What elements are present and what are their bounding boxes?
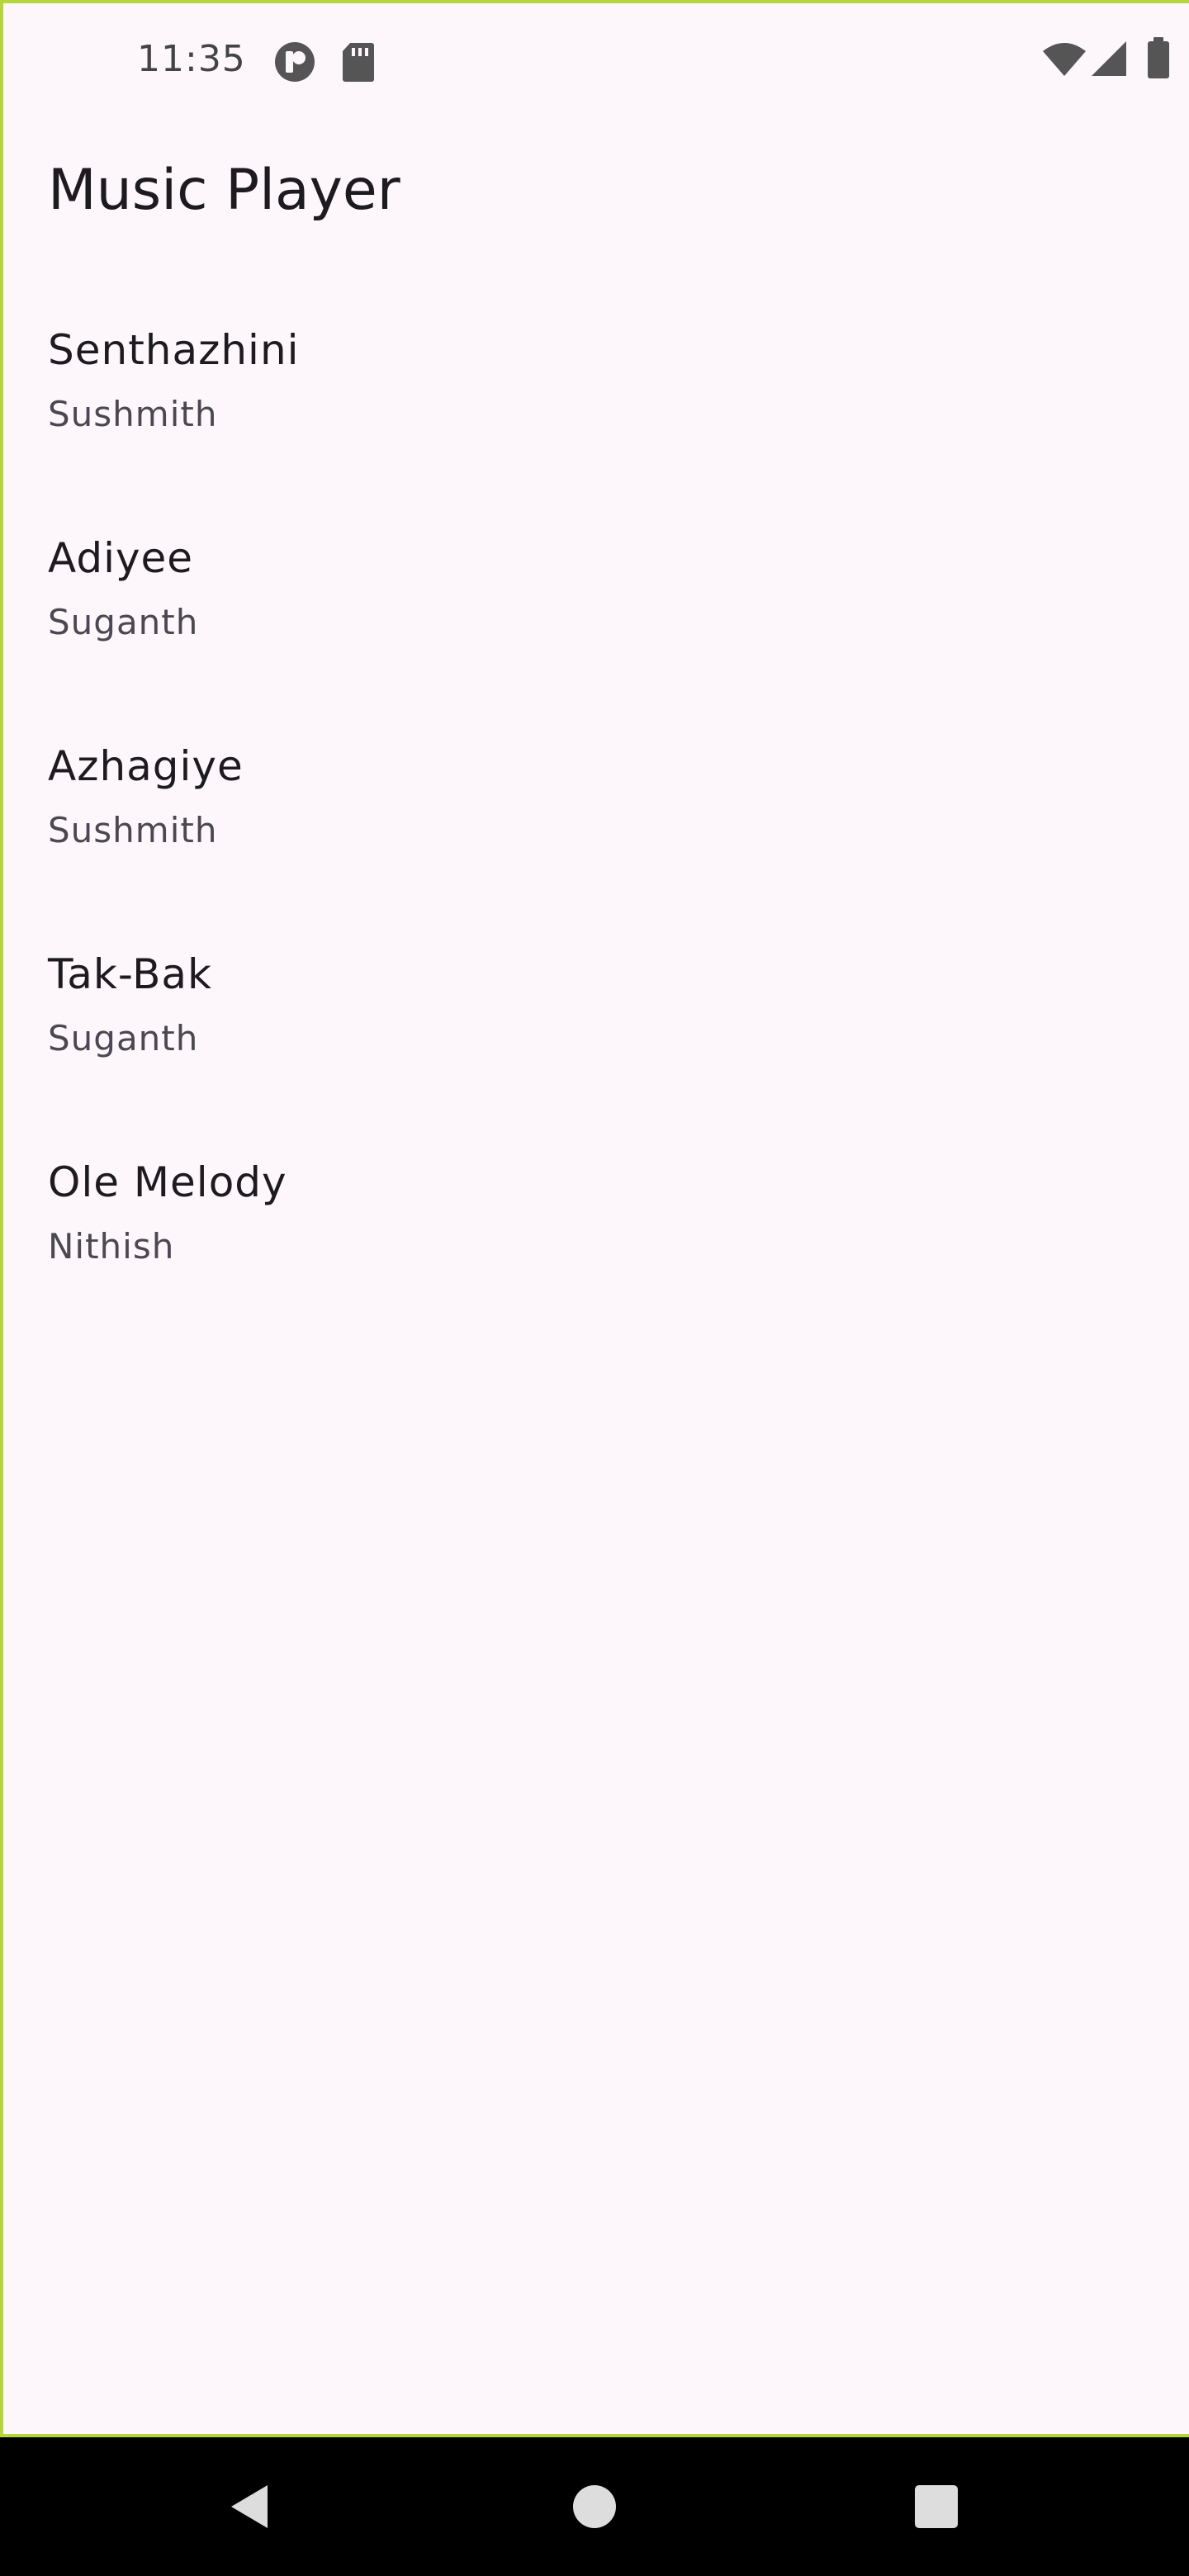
home-button[interactable] [545, 2457, 644, 2556]
song-title: Tak-Bak [48, 950, 213, 998]
song-list-item[interactable]: Ole Melody Nithish [3, 1134, 1189, 1342]
song-list-item[interactable]: Tak-Bak Suganth [3, 926, 1189, 1134]
sd-card-icon [343, 43, 374, 82]
song-artist: Sushmith [48, 394, 218, 434]
page-title: Music Player [48, 158, 400, 223]
song-title: Adiyee [48, 534, 194, 582]
home-icon [573, 2485, 616, 2528]
cellular-signal-icon [1092, 41, 1126, 76]
song-list: Senthazhini Sushmith Adiyee Suganth Azha… [3, 302, 1189, 1342]
song-title: Ole Melody [48, 1158, 287, 1206]
song-artist: Sushmith [48, 810, 218, 850]
song-artist: Suganth [48, 602, 199, 642]
wifi-icon [1043, 43, 1086, 76]
recents-icon [915, 2485, 958, 2528]
song-title: Azhagiye [48, 742, 244, 790]
song-list-item[interactable]: Senthazhini Sushmith [3, 302, 1189, 510]
song-list-item[interactable]: Azhagiye Sushmith [3, 718, 1189, 926]
back-icon [231, 2485, 268, 2528]
status-time: 11:35 [137, 38, 246, 80]
system-navigation-bar [0, 2437, 1189, 2576]
song-artist: Nithish [48, 1226, 175, 1267]
battery-icon [1148, 37, 1169, 78]
recents-button[interactable] [887, 2457, 986, 2556]
app-screen: 11:35 Music Player Senthazhini Sushmith … [0, 0, 1189, 2437]
status-bar: 11:35 [3, 3, 1189, 116]
song-list-item[interactable]: Adiyee Suganth [3, 510, 1189, 718]
song-artist: Suganth [48, 1018, 199, 1058]
song-title: Senthazhini [48, 326, 300, 374]
app-notification-icon [275, 42, 315, 82]
back-button[interactable] [200, 2457, 299, 2556]
